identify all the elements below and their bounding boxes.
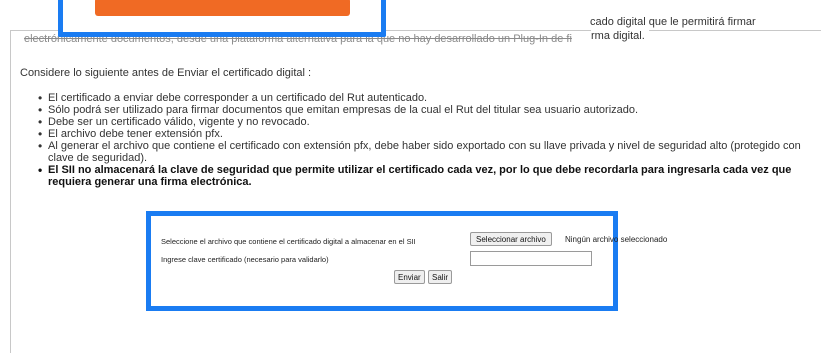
submit-button[interactable]: Enviar <box>394 270 425 284</box>
password-input[interactable] <box>470 251 592 266</box>
highlight-box-top <box>58 0 386 37</box>
list-item: El archivo debe tener extensión pfx. <box>38 128 818 140</box>
file-label: Seleccione el archivo que contiene el ce… <box>161 237 416 246</box>
list-item: Sólo podrá ser utilizado para firmar doc… <box>38 104 818 116</box>
select-file-button[interactable]: Seleccionar archivo <box>470 232 552 246</box>
requirements-list: El certificado a enviar debe corresponde… <box>28 92 818 188</box>
page-frame-left <box>10 30 11 353</box>
warning-item: El SII no almacenará la clave de segurid… <box>38 164 818 188</box>
list-item: Al generar el archivo que contiene el ce… <box>38 140 818 164</box>
orange-action-button[interactable] <box>95 0 350 16</box>
list-item: El certificado a enviar debe corresponde… <box>38 92 818 104</box>
exit-button[interactable]: Salir <box>428 270 453 284</box>
intro-text: Considere lo siguiente antes de Enviar e… <box>20 67 312 79</box>
description-line-1: cado digital que le permitirá firmar <box>590 16 756 28</box>
description-line-2: rma digital. <box>591 30 649 43</box>
file-status: Ningún archivo seleccionado <box>565 235 668 244</box>
password-label: Ingrese clave certificado (necesario par… <box>161 255 329 264</box>
list-item: Debe ser un certificado válido, vigente … <box>38 116 818 128</box>
